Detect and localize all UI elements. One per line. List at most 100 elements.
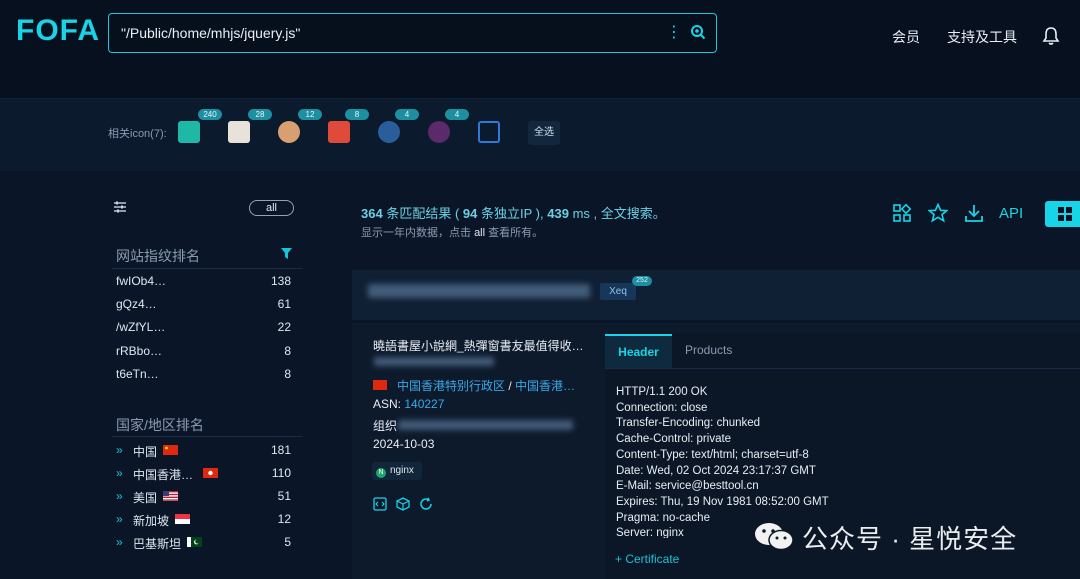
related-icon-count: 8 (345, 109, 369, 120)
fingerprint-count: 8 (284, 367, 291, 381)
all-toggle-button[interactable]: all (249, 200, 294, 216)
related-icon-2[interactable] (228, 121, 250, 143)
nginx-icon: N (376, 468, 386, 478)
redacted-url (374, 357, 494, 366)
fingerprint-count: 138 (270, 274, 291, 288)
tab-products[interactable]: Products (685, 343, 732, 357)
fingerprint-row[interactable]: gQz4… 61 (116, 297, 291, 313)
related-icons-bar: 相关icon(7): 240 28 12 8 4 4 全选 (0, 99, 1080, 171)
download-icon[interactable] (964, 203, 984, 223)
expand-arrow-icon[interactable]: » (116, 535, 123, 549)
country-name[interactable]: 中国香港… (133, 466, 193, 483)
related-icon-5[interactable] (378, 121, 400, 143)
fingerprint-name[interactable]: rRBbo… (116, 344, 162, 358)
fingerprint-row[interactable]: /wZfYL… 22 (116, 320, 291, 336)
header-line: Content-Type: text/html; charset=utf-8 (616, 448, 809, 461)
expand-arrow-icon[interactable]: » (116, 443, 123, 457)
search-icon[interactable] (690, 24, 706, 40)
search-input[interactable]: "/Public/home/mhjs/jquery.js" (121, 25, 300, 41)
expand-arrow-icon[interactable]: » (116, 512, 123, 526)
unique-ip-count: 94 (462, 206, 478, 221)
result-count-text: 条匹配结果 ( (386, 206, 460, 221)
country-row[interactable]: » 新加坡 12 (116, 512, 291, 528)
result-summary: 364 条匹配结果 ( 94 条独立IP ), 439 ms , 全文搜索。 (361, 203, 666, 222)
country-name[interactable]: 新加坡 (133, 512, 169, 529)
country-row[interactable]: » 中国香港… 110 (116, 466, 291, 482)
header-line: Date: Wed, 02 Oct 2024 23:17:37 GMT (616, 464, 816, 477)
query-time-text: ms , (572, 206, 598, 221)
related-icon-3[interactable] (278, 121, 300, 143)
search-box[interactable]: "/Public/home/mhjs/jquery.js" ⋮ (108, 13, 717, 53)
related-icon-6[interactable] (428, 121, 450, 143)
expand-arrow-icon[interactable]: » (116, 466, 123, 480)
pakistan-flag-icon (187, 537, 202, 547)
related-icon-4[interactable] (328, 121, 350, 143)
api-button[interactable]: API (999, 205, 1023, 222)
fingerprint-count: 8 (284, 344, 291, 358)
fulltext-search-link[interactable]: 全文搜索。 (601, 206, 666, 221)
server-tag[interactable]: Nnginx (372, 462, 422, 480)
related-icon-7[interactable] (478, 121, 500, 143)
show-all-link[interactable]: all (474, 227, 485, 239)
refresh-icon[interactable] (419, 497, 433, 511)
country-name[interactable]: 美国 (133, 489, 157, 506)
country-count: 181 (270, 443, 291, 457)
country-count: 51 (277, 489, 291, 503)
country-name[interactable]: 中国 (133, 443, 157, 460)
header-line: Expires: Thu, 19 Nov 1981 08:52:00 GMT (616, 495, 829, 508)
grid-view-button[interactable] (1045, 201, 1080, 227)
expand-arrow-icon[interactable]: » (116, 489, 123, 503)
fofa-logo[interactable]: FOFA (16, 14, 100, 48)
location-separator: / (508, 379, 512, 393)
fingerprint-name[interactable]: gQz4… (116, 297, 157, 311)
tab-header[interactable]: Header (605, 334, 672, 368)
result-date: 2024-10-03 (373, 437, 435, 451)
header-line: Connection: close (616, 401, 708, 414)
redacted-org (398, 420, 573, 430)
header-line: Transfer-Encoding: chunked (616, 417, 761, 430)
header-line: HTTP/1.1 200 OK (616, 386, 708, 398)
location-region-link[interactable]: 中国香港特别行政区 (397, 379, 505, 393)
result-asn: ASN: 140227 (373, 397, 444, 411)
fingerprint-row[interactable]: fwIOb4… 138 (116, 274, 291, 290)
country-row[interactable]: » 中国 181 (116, 443, 291, 459)
country-row[interactable]: » 巴基斯坦 5 (116, 535, 291, 551)
host-tag[interactable]: Xeq (600, 283, 636, 300)
subtitle-suffix: 查看所有。 (488, 227, 544, 239)
fingerprint-ranking-title: 网站指纹排名 (116, 248, 200, 264)
result-title[interactable]: 曉語書屋小說網_熱彈窗書友最值得收… (373, 337, 584, 354)
country-row[interactable]: » 美国 51 (116, 489, 291, 505)
funnel-icon[interactable] (281, 248, 292, 260)
country-ranking-title: 国家/地区排名 (116, 417, 204, 433)
wechat-icon (755, 523, 794, 551)
fingerprint-name[interactable]: fwIOb4… (116, 274, 166, 288)
related-icon-1[interactable] (178, 121, 200, 143)
related-icon-count: 4 (395, 109, 419, 120)
nav-support-link[interactable]: 支持及工具 (947, 27, 1017, 47)
fingerprint-count: 61 (277, 297, 291, 311)
result-location: 中国香港特别行政区 / 中国香港… (397, 377, 575, 394)
asn-label: ASN: (373, 397, 402, 411)
country-name[interactable]: 巴基斯坦 (133, 535, 181, 552)
select-all-button[interactable]: 全选 (528, 121, 560, 145)
nav-member-link[interactable]: 会员 (892, 27, 920, 47)
asn-value-link[interactable]: 140227 (404, 397, 444, 411)
header-line: Cache-Control: private (616, 433, 732, 446)
cube-icon[interactable] (396, 497, 410, 511)
fingerprint-name[interactable]: t6eTn… (116, 367, 159, 381)
category-grid-icon[interactable] (892, 203, 912, 223)
code-view-icon[interactable] (373, 497, 387, 511)
org-label: 组织 (373, 419, 398, 433)
related-icon-count: 4 (445, 109, 469, 120)
star-icon[interactable] (928, 203, 948, 223)
certificate-toggle[interactable]: + Certificate (615, 552, 679, 566)
more-options-icon[interactable]: ⋮ (666, 24, 682, 42)
location-city-link[interactable]: 中国香港… (515, 379, 575, 393)
fingerprint-name[interactable]: /wZfYL… (116, 320, 165, 334)
filter-settings-icon[interactable] (113, 200, 127, 214)
result-subtitle: 显示一年内数据，点击 all 查看所有。 (361, 224, 543, 240)
fingerprint-row[interactable]: rRBbo… 8 (116, 344, 291, 360)
country-count: 110 (271, 466, 291, 480)
fingerprint-row[interactable]: t6eTn… 8 (116, 367, 291, 383)
notification-bell-icon[interactable] (1042, 26, 1060, 46)
